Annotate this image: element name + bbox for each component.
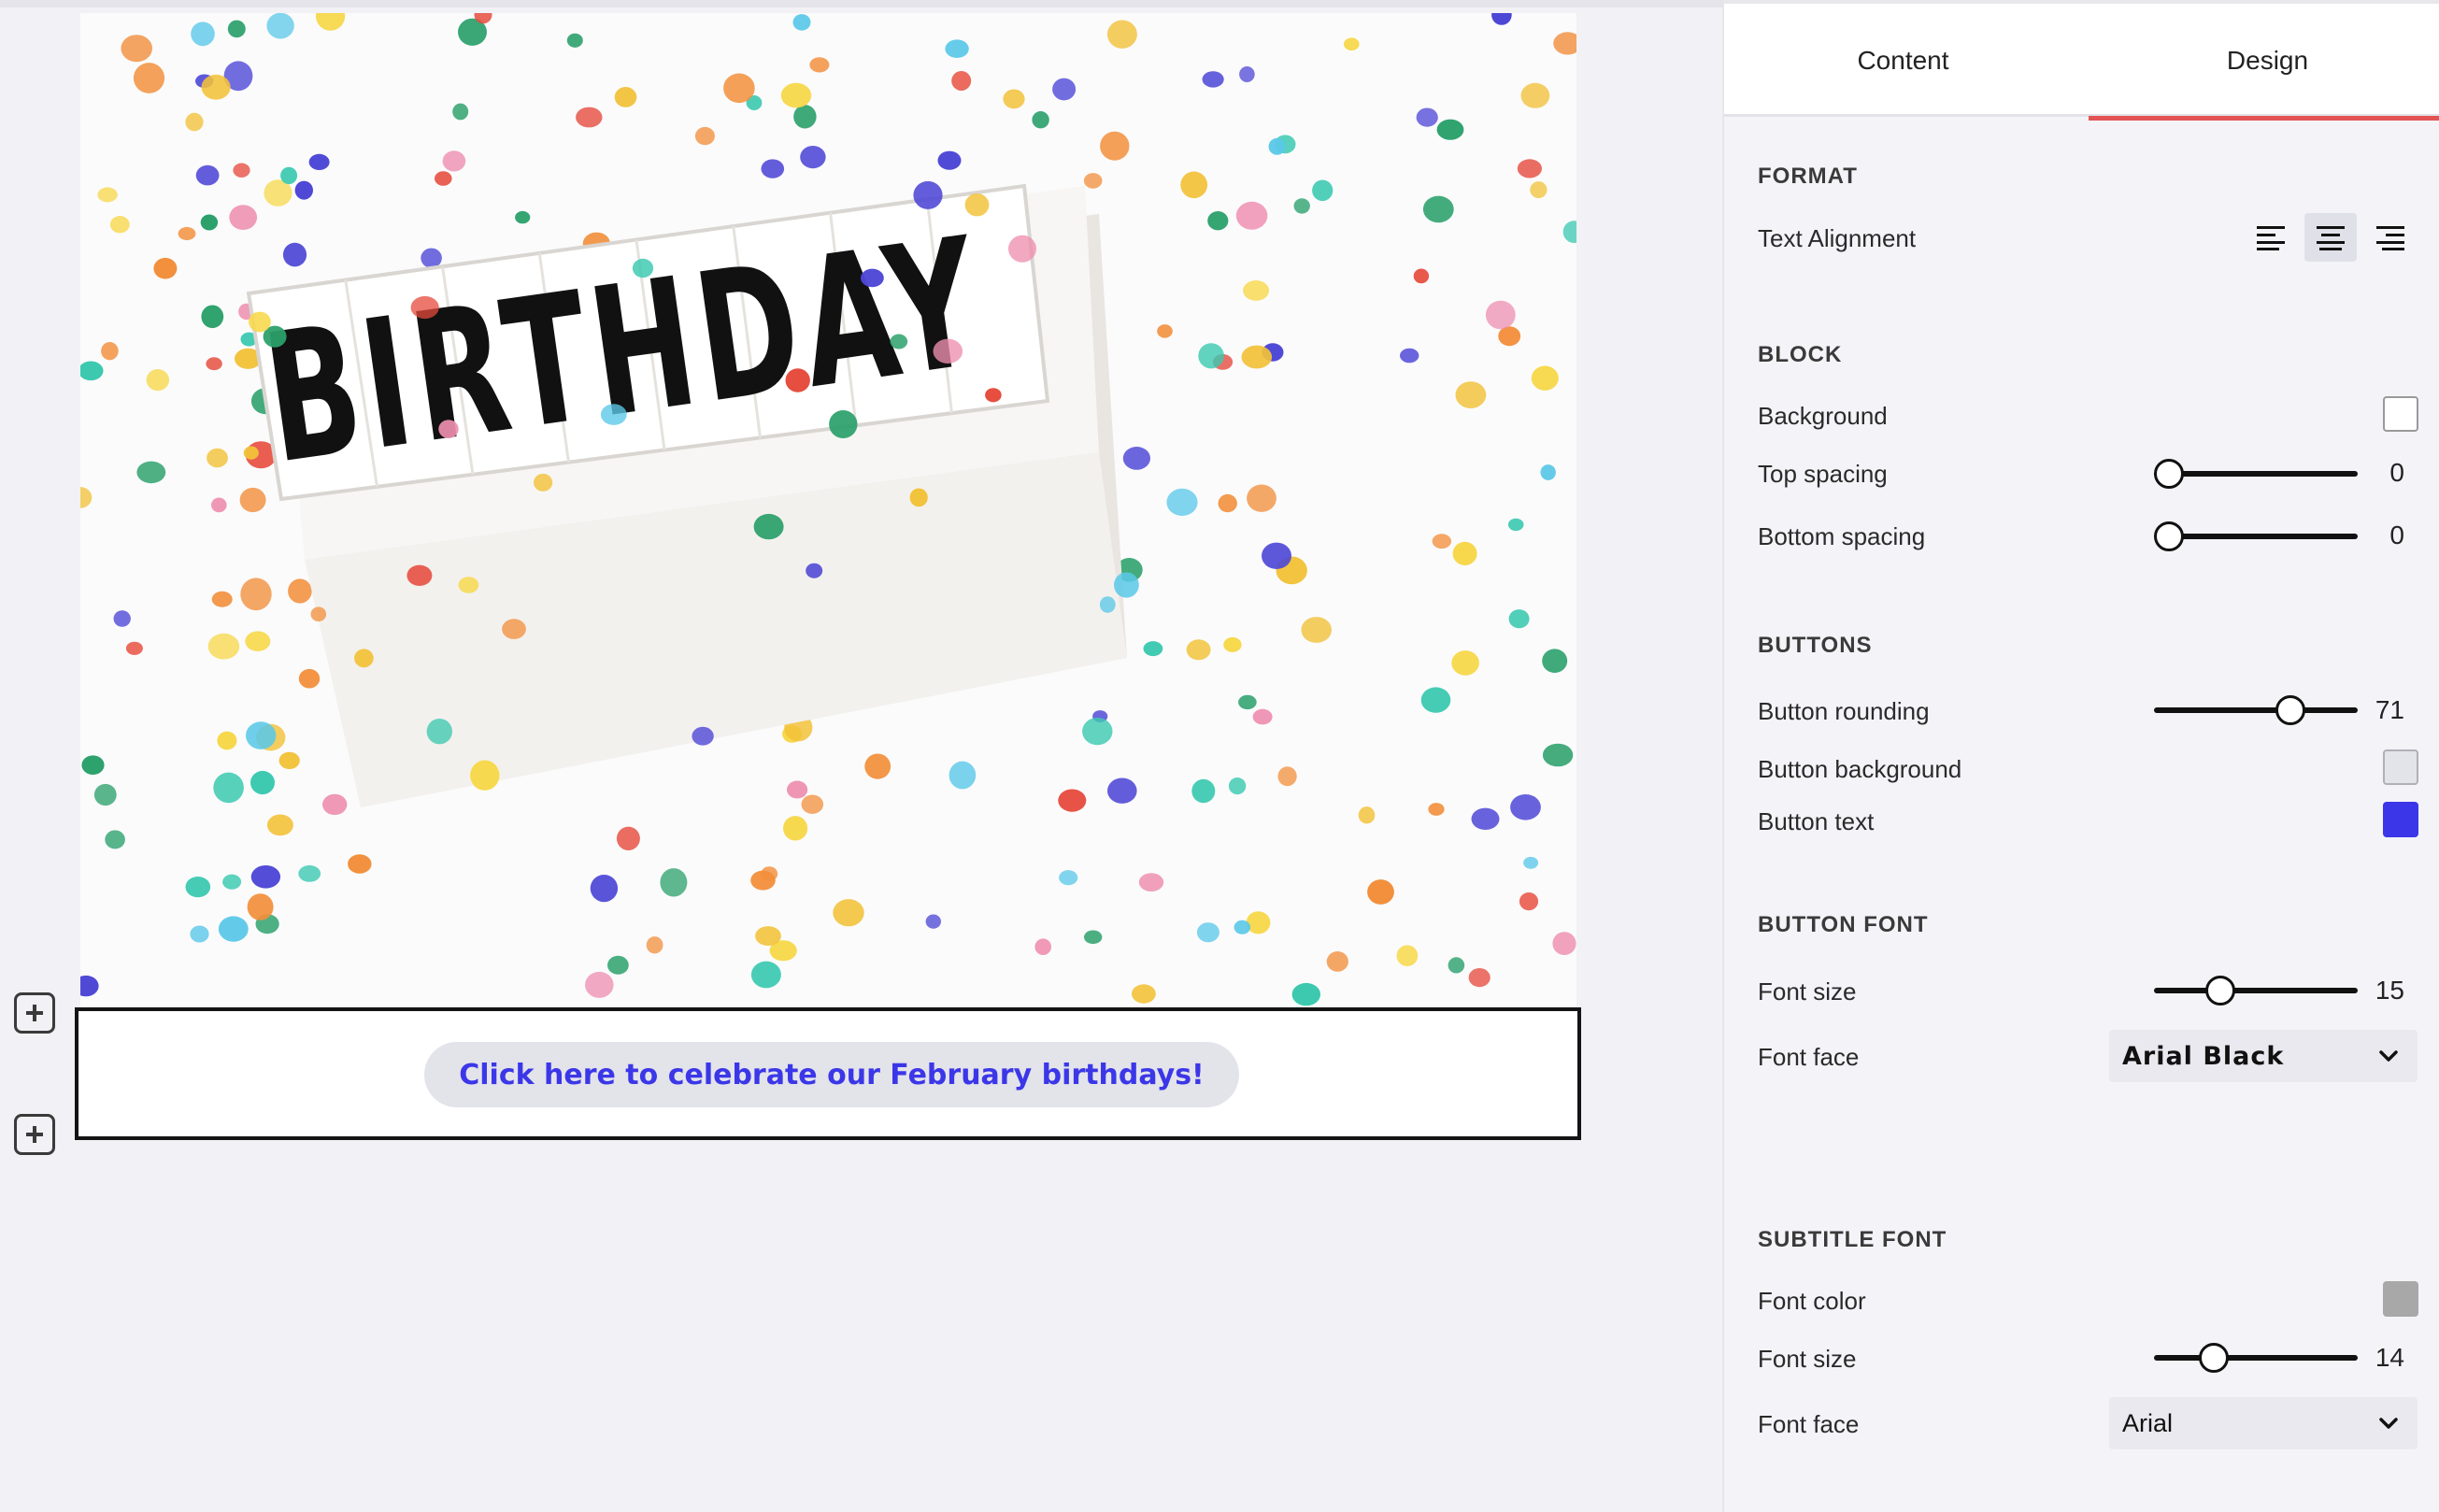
align-right-button[interactable] bbox=[2364, 213, 2417, 262]
select-value: Arial bbox=[2122, 1408, 2174, 1437]
subtitle-font-size-slider[interactable] bbox=[2154, 1339, 2358, 1376]
button-font-size-label: Font size bbox=[1758, 977, 1857, 1006]
chevron-down-icon bbox=[2379, 1050, 2398, 1062]
bottom-spacing-value: 0 bbox=[2389, 521, 2404, 549]
subtitle-font-face-select[interactable]: Arial bbox=[2109, 1397, 2418, 1449]
design-panel: Content Design FORMAT Text Alignment BLO… bbox=[1722, 0, 2439, 1512]
slider-track bbox=[2154, 471, 2358, 477]
block-background-swatch[interactable] bbox=[2383, 396, 2418, 432]
slider-track bbox=[2154, 1355, 2358, 1361]
align-right-icon bbox=[2376, 226, 2404, 250]
slider-thumb[interactable] bbox=[2199, 1343, 2229, 1373]
subtitle-font-size-value: 14 bbox=[2375, 1343, 2404, 1372]
top-spacing-slider[interactable] bbox=[2154, 455, 2358, 492]
slider-thumb[interactable] bbox=[2154, 521, 2184, 551]
block-section-title: BLOCK bbox=[1758, 342, 1843, 367]
slider-track bbox=[2154, 534, 2358, 539]
button-background-label: Button background bbox=[1758, 755, 1962, 783]
top-spacing-label: Top spacing bbox=[1758, 460, 1888, 488]
button-font-face-label: Font face bbox=[1758, 1043, 1860, 1071]
subtitle-font-color-label: Font color bbox=[1758, 1287, 1866, 1315]
subtitle-font-section-title: SUBTITLE FONT bbox=[1758, 1227, 1947, 1252]
align-left-icon bbox=[2257, 226, 2285, 250]
button-rounding-label: Button rounding bbox=[1758, 697, 1930, 725]
birthday-lightbox-image: BIRTHDAY bbox=[80, 13, 1576, 1007]
chevron-down-icon bbox=[2379, 1418, 2398, 1429]
panel-tabs: Content Design bbox=[1724, 0, 2439, 121]
slider-thumb[interactable] bbox=[2275, 695, 2305, 725]
add-block-above-button[interactable] bbox=[14, 992, 55, 1034]
button-font-face-select[interactable]: Arial Black bbox=[2109, 1030, 2418, 1082]
align-left-button[interactable] bbox=[2245, 213, 2297, 262]
bottom-spacing-label: Bottom spacing bbox=[1758, 522, 1926, 550]
tab-content[interactable]: Content bbox=[1724, 4, 2082, 118]
background-label: Background bbox=[1758, 402, 1888, 430]
button-background-swatch[interactable] bbox=[2383, 749, 2418, 785]
button-font-size-value: 15 bbox=[2375, 976, 2404, 1005]
tab-design[interactable]: Design bbox=[2089, 4, 2439, 121]
button-block[interactable]: Click here to celebrate our February bir… bbox=[75, 1007, 1581, 1140]
subtitle-font-face-label: Font face bbox=[1758, 1410, 1860, 1438]
button-text-label: Button text bbox=[1758, 807, 1875, 835]
add-block-below-button[interactable] bbox=[14, 1114, 55, 1155]
select-value: Arial Black bbox=[2122, 1041, 2285, 1071]
editor-canvas: BIRTHDAY Click here to celebrate our Feb… bbox=[0, 0, 1722, 1512]
button-rounding-value: 71 bbox=[2375, 695, 2404, 724]
hero-image-block[interactable]: BIRTHDAY bbox=[80, 13, 1576, 1007]
align-center-icon bbox=[2317, 226, 2345, 250]
bottom-spacing-slider[interactable] bbox=[2154, 518, 2358, 555]
button-text-color-swatch[interactable] bbox=[2383, 802, 2418, 837]
text-alignment-label: Text Alignment bbox=[1758, 224, 1917, 252]
subtitle-font-size-label: Font size bbox=[1758, 1345, 1857, 1373]
button-font-section-title: BUTTON FONT bbox=[1758, 912, 1929, 937]
align-center-button[interactable] bbox=[2304, 213, 2357, 262]
slider-track bbox=[2154, 707, 2358, 713]
slider-track bbox=[2154, 988, 2358, 993]
celebrate-birthdays-button[interactable]: Click here to celebrate our February bir… bbox=[424, 1042, 1239, 1107]
top-spacing-value: 0 bbox=[2389, 458, 2404, 487]
buttons-section-title: BUTTONS bbox=[1758, 633, 1873, 658]
button-rounding-slider[interactable] bbox=[2154, 692, 2358, 729]
slider-thumb[interactable] bbox=[2154, 459, 2184, 489]
canvas-top-border bbox=[0, 0, 1722, 7]
button-font-size-slider[interactable] bbox=[2154, 972, 2358, 1009]
format-section-title: FORMAT bbox=[1758, 164, 1858, 189]
subtitle-font-color-swatch[interactable] bbox=[2383, 1281, 2418, 1317]
slider-thumb[interactable] bbox=[2205, 976, 2235, 1006]
